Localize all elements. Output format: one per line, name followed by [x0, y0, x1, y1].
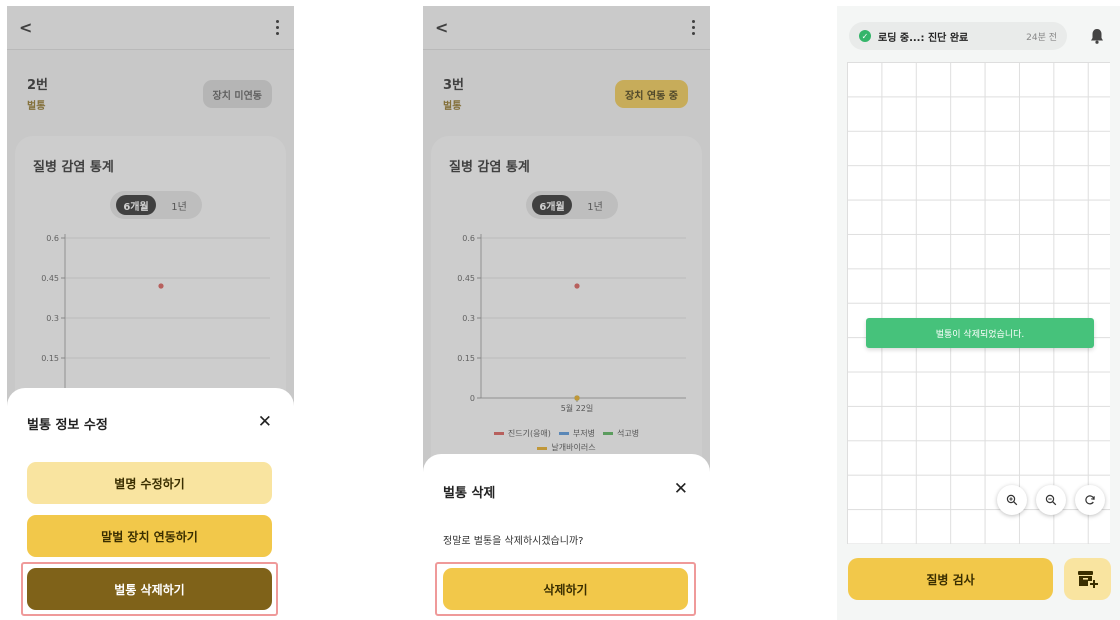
- zoom-out-icon: [1045, 494, 1057, 506]
- close-icon[interactable]: ✕: [258, 414, 272, 431]
- refresh-icon: [1085, 495, 1095, 505]
- main-map-screen: ✓ 로딩 중...: 진단 완료 24분 전 벌통이 삭제되었습니다. 질병 검…: [837, 6, 1120, 620]
- highlight-box: [435, 562, 696, 616]
- edit-nickname-button[interactable]: 별명 수정하기: [27, 462, 272, 504]
- bell-icon[interactable]: [1090, 28, 1104, 44]
- link-hornet-device-button[interactable]: 말벌 장치 연동하기: [27, 515, 272, 557]
- zoom-in-icon: [1006, 494, 1018, 506]
- archive-add-icon: [1077, 571, 1098, 588]
- zoom-out-button[interactable]: [1036, 485, 1066, 515]
- delete-bottom-sheet: 벌통 삭제 ✕ 정말로 벌통을 삭제하시겠습니까? 삭제하기: [423, 454, 710, 620]
- hive-delete-screen: < 3번 벌통 장치 연동 중 질병 감염 통계 6개월 1년 0 0.15 0.3…: [423, 6, 710, 620]
- reset-view-button[interactable]: [1075, 485, 1105, 515]
- disease-exam-button[interactable]: 질병 검사: [848, 558, 1053, 600]
- delete-confirm-message: 정말로 벌통을 삭제하시겠습니까?: [443, 536, 584, 547]
- zoom-in-button[interactable]: [997, 485, 1027, 515]
- close-icon[interactable]: ✕: [674, 481, 688, 498]
- status-time: 24분 전: [1026, 32, 1057, 43]
- highlight-box: [21, 562, 278, 616]
- check-circle-icon: ✓: [859, 30, 871, 42]
- status-text: 로딩 중...: 진단 완료: [878, 32, 969, 44]
- edit-bottom-sheet: 벌통 정보 수정 ✕ 별명 수정하기 말벌 장치 연동하기 벌통 삭제하기: [7, 388, 294, 620]
- sheet-title: 벌통 삭제: [443, 486, 496, 501]
- toast-message: 벌통이 삭제되었습니다.: [866, 318, 1094, 348]
- status-pill[interactable]: ✓ 로딩 중...: 진단 완료 24분 전: [849, 22, 1067, 50]
- add-archive-button[interactable]: [1064, 558, 1111, 600]
- hive-grid-map[interactable]: [847, 62, 1110, 544]
- hive-edit-screen: < 2번 벌통 장치 미연동 질병 감염 통계 6개월 1년 0.15 0.3 0.…: [7, 6, 294, 620]
- sheet-title: 벌통 정보 수정: [27, 418, 108, 433]
